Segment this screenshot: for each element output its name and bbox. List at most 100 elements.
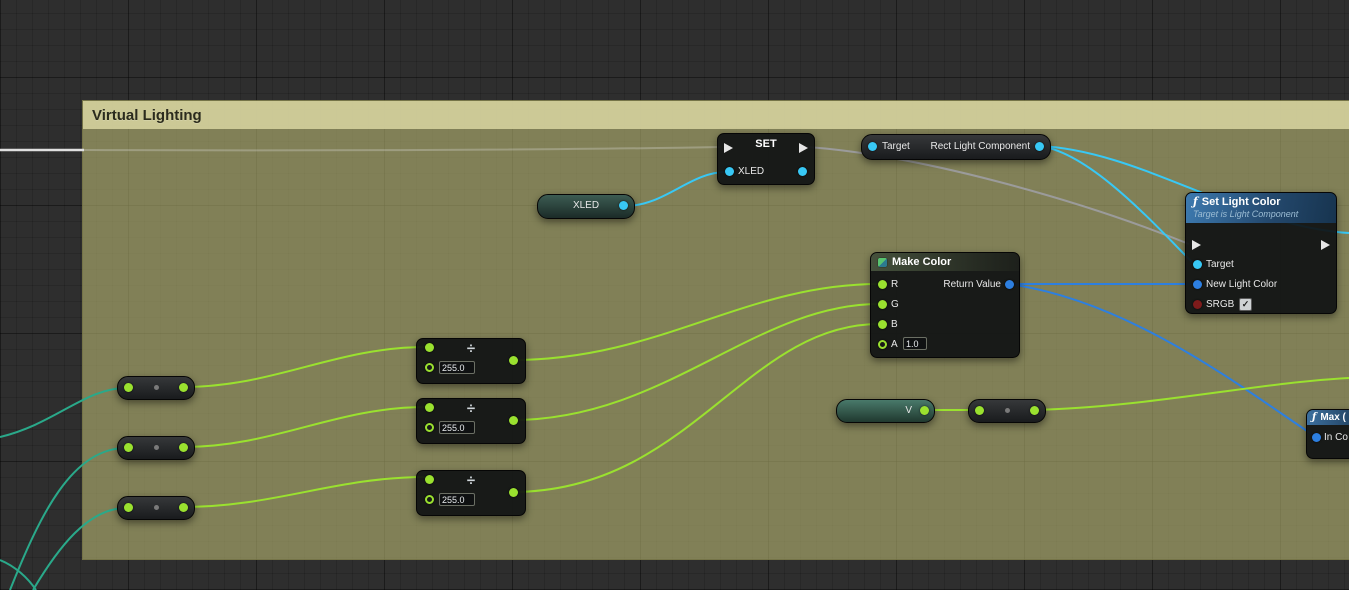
srgb-checkbox[interactable]: ✓ [1239,298,1252,311]
slc-exec-out-pin[interactable] [1321,240,1330,250]
slc-new-light-color-label: New Light Color [1206,279,1277,290]
wire-teal-2[interactable] [10,448,126,590]
set-xled-output-pin[interactable] [798,167,807,176]
divide3-output-pin[interactable] [509,488,518,497]
function-icon: ƒ [1312,412,1316,423]
make-color-title: Make Color [892,256,951,268]
pill2-output-pin[interactable] [179,443,188,452]
wire-layer [0,0,1349,590]
wire-teal-1[interactable] [0,388,126,437]
make-color-a-pin[interactable] [878,340,887,349]
pill4-output-pin[interactable] [1030,406,1039,415]
wire-pill3-to-divide3[interactable] [183,477,426,507]
pill-center-dot [154,505,159,510]
set-xled-pin-label: XLED [738,166,764,177]
pill-center-dot [154,445,159,450]
set-light-color-subtitle: Target is Light Component [1193,208,1329,220]
variable-get-v-node[interactable]: V [836,399,935,423]
divide-operator: ÷ [467,340,475,357]
divide2-output-pin[interactable] [509,416,518,425]
slc-exec-in-pin[interactable] [1192,240,1201,250]
slc-srgb-label: SRGB [1206,299,1234,310]
divide1-input-a-pin[interactable] [425,343,434,352]
make-color-a-field[interactable] [903,337,927,350]
divide-node-2[interactable]: ÷ [416,398,526,444]
make-color-header[interactable]: Make Color [871,253,1019,271]
pill2-input-pin[interactable] [124,443,133,452]
wire-exec-set-to-setlightcolor[interactable] [807,147,1189,244]
wire-divide1-to-r[interactable] [512,284,879,360]
slc-target-label: Target [1206,259,1234,270]
slc-target-pin[interactable] [1193,260,1202,269]
passthrough-pill-1[interactable] [117,376,195,400]
wire-pill-to-right-edge[interactable] [1034,378,1349,410]
make-color-b-pin[interactable] [878,320,887,329]
passthrough-pill-2[interactable] [117,436,195,460]
wire-divide3-to-b[interactable] [512,324,879,492]
rect-light-output-label: Rect Light Component [930,141,1030,152]
wire-exec-incoming-faint[interactable] [84,147,721,150]
divide-node-3[interactable]: ÷ [416,470,526,516]
max-title: Max ( [1320,412,1346,423]
variable-get-xled-node[interactable]: XLED [537,194,635,219]
divide2-input-b-pin[interactable] [425,423,434,432]
pill3-input-pin[interactable] [124,503,133,512]
rect-light-input-label: Target [882,141,910,152]
set-light-color-header[interactable]: ƒ Set Light Color Target is Light Compone… [1186,193,1336,223]
wire-rectlight-to-target[interactable] [1039,146,1192,262]
max-header[interactable]: ƒ Max ( [1307,410,1349,425]
slc-srgb-pin[interactable] [1193,300,1202,309]
rect-light-component-node[interactable]: Target Rect Light Component [861,134,1051,160]
pill1-input-pin[interactable] [124,383,133,392]
rect-light-target-input-pin[interactable] [868,142,877,151]
set-light-color-node[interactable]: ƒ Set Light Color Target is Light Compone… [1185,192,1337,314]
divide1-divisor-field[interactable] [439,361,475,374]
divide1-output-pin[interactable] [509,356,518,365]
max-input-label: In Co [1324,432,1348,443]
make-color-g-pin[interactable] [878,300,887,309]
divide3-divisor-field[interactable] [439,493,475,506]
wire-xled-to-set[interactable] [625,172,726,206]
make-color-r-pin[interactable] [878,280,887,289]
make-color-return-label: Return Value [943,279,1001,290]
divide3-input-a-pin[interactable] [425,475,434,484]
passthrough-pill-3[interactable] [117,496,195,520]
function-icon: ƒ [1193,195,1198,208]
wire-pill2-to-divide2[interactable] [183,407,426,447]
v-output-pin[interactable] [920,406,929,415]
blueprint-graph-canvas[interactable]: Virtual Lighting XLED SET XLED [0,0,1349,590]
set-exec-in-pin[interactable] [724,143,733,153]
xled-output-pin[interactable] [619,201,628,210]
wire-pill1-to-divide1[interactable] [183,347,426,387]
pill-center-dot [154,385,159,390]
wire-teal-4[interactable] [0,560,36,590]
divide3-input-b-pin[interactable] [425,495,434,504]
wire-teal-3[interactable] [33,508,126,590]
pill-center-dot [1005,408,1010,413]
passthrough-pill-4[interactable] [968,399,1046,423]
slc-new-light-color-pin[interactable] [1193,280,1202,289]
max-node[interactable]: ƒ Max ( In Co [1306,409,1349,459]
pill1-output-pin[interactable] [179,383,188,392]
wire-divide2-to-g[interactable] [512,304,879,420]
divide1-input-b-pin[interactable] [425,363,434,372]
divide-operator: ÷ [467,400,475,417]
v-label: V [905,405,912,416]
pill4-input-pin[interactable] [975,406,984,415]
rect-light-output-pin[interactable] [1035,142,1044,151]
divide-node-1[interactable]: ÷ [416,338,526,384]
make-color-icon [878,258,887,267]
make-color-node[interactable]: Make Color R G B A Return Value [870,252,1020,358]
pill3-output-pin[interactable] [179,503,188,512]
make-color-return-pin[interactable] [1005,280,1014,289]
make-color-r-label: R [891,279,898,290]
set-light-color-title: Set Light Color [1202,196,1281,208]
make-color-a-label: A [891,339,898,350]
make-color-g-label: G [891,299,899,310]
set-xled-node[interactable]: SET XLED [717,133,815,185]
set-exec-out-pin[interactable] [799,143,808,153]
divide2-divisor-field[interactable] [439,421,475,434]
set-xled-input-pin[interactable] [725,167,734,176]
divide2-input-a-pin[interactable] [425,403,434,412]
max-input-pin[interactable] [1312,433,1321,442]
